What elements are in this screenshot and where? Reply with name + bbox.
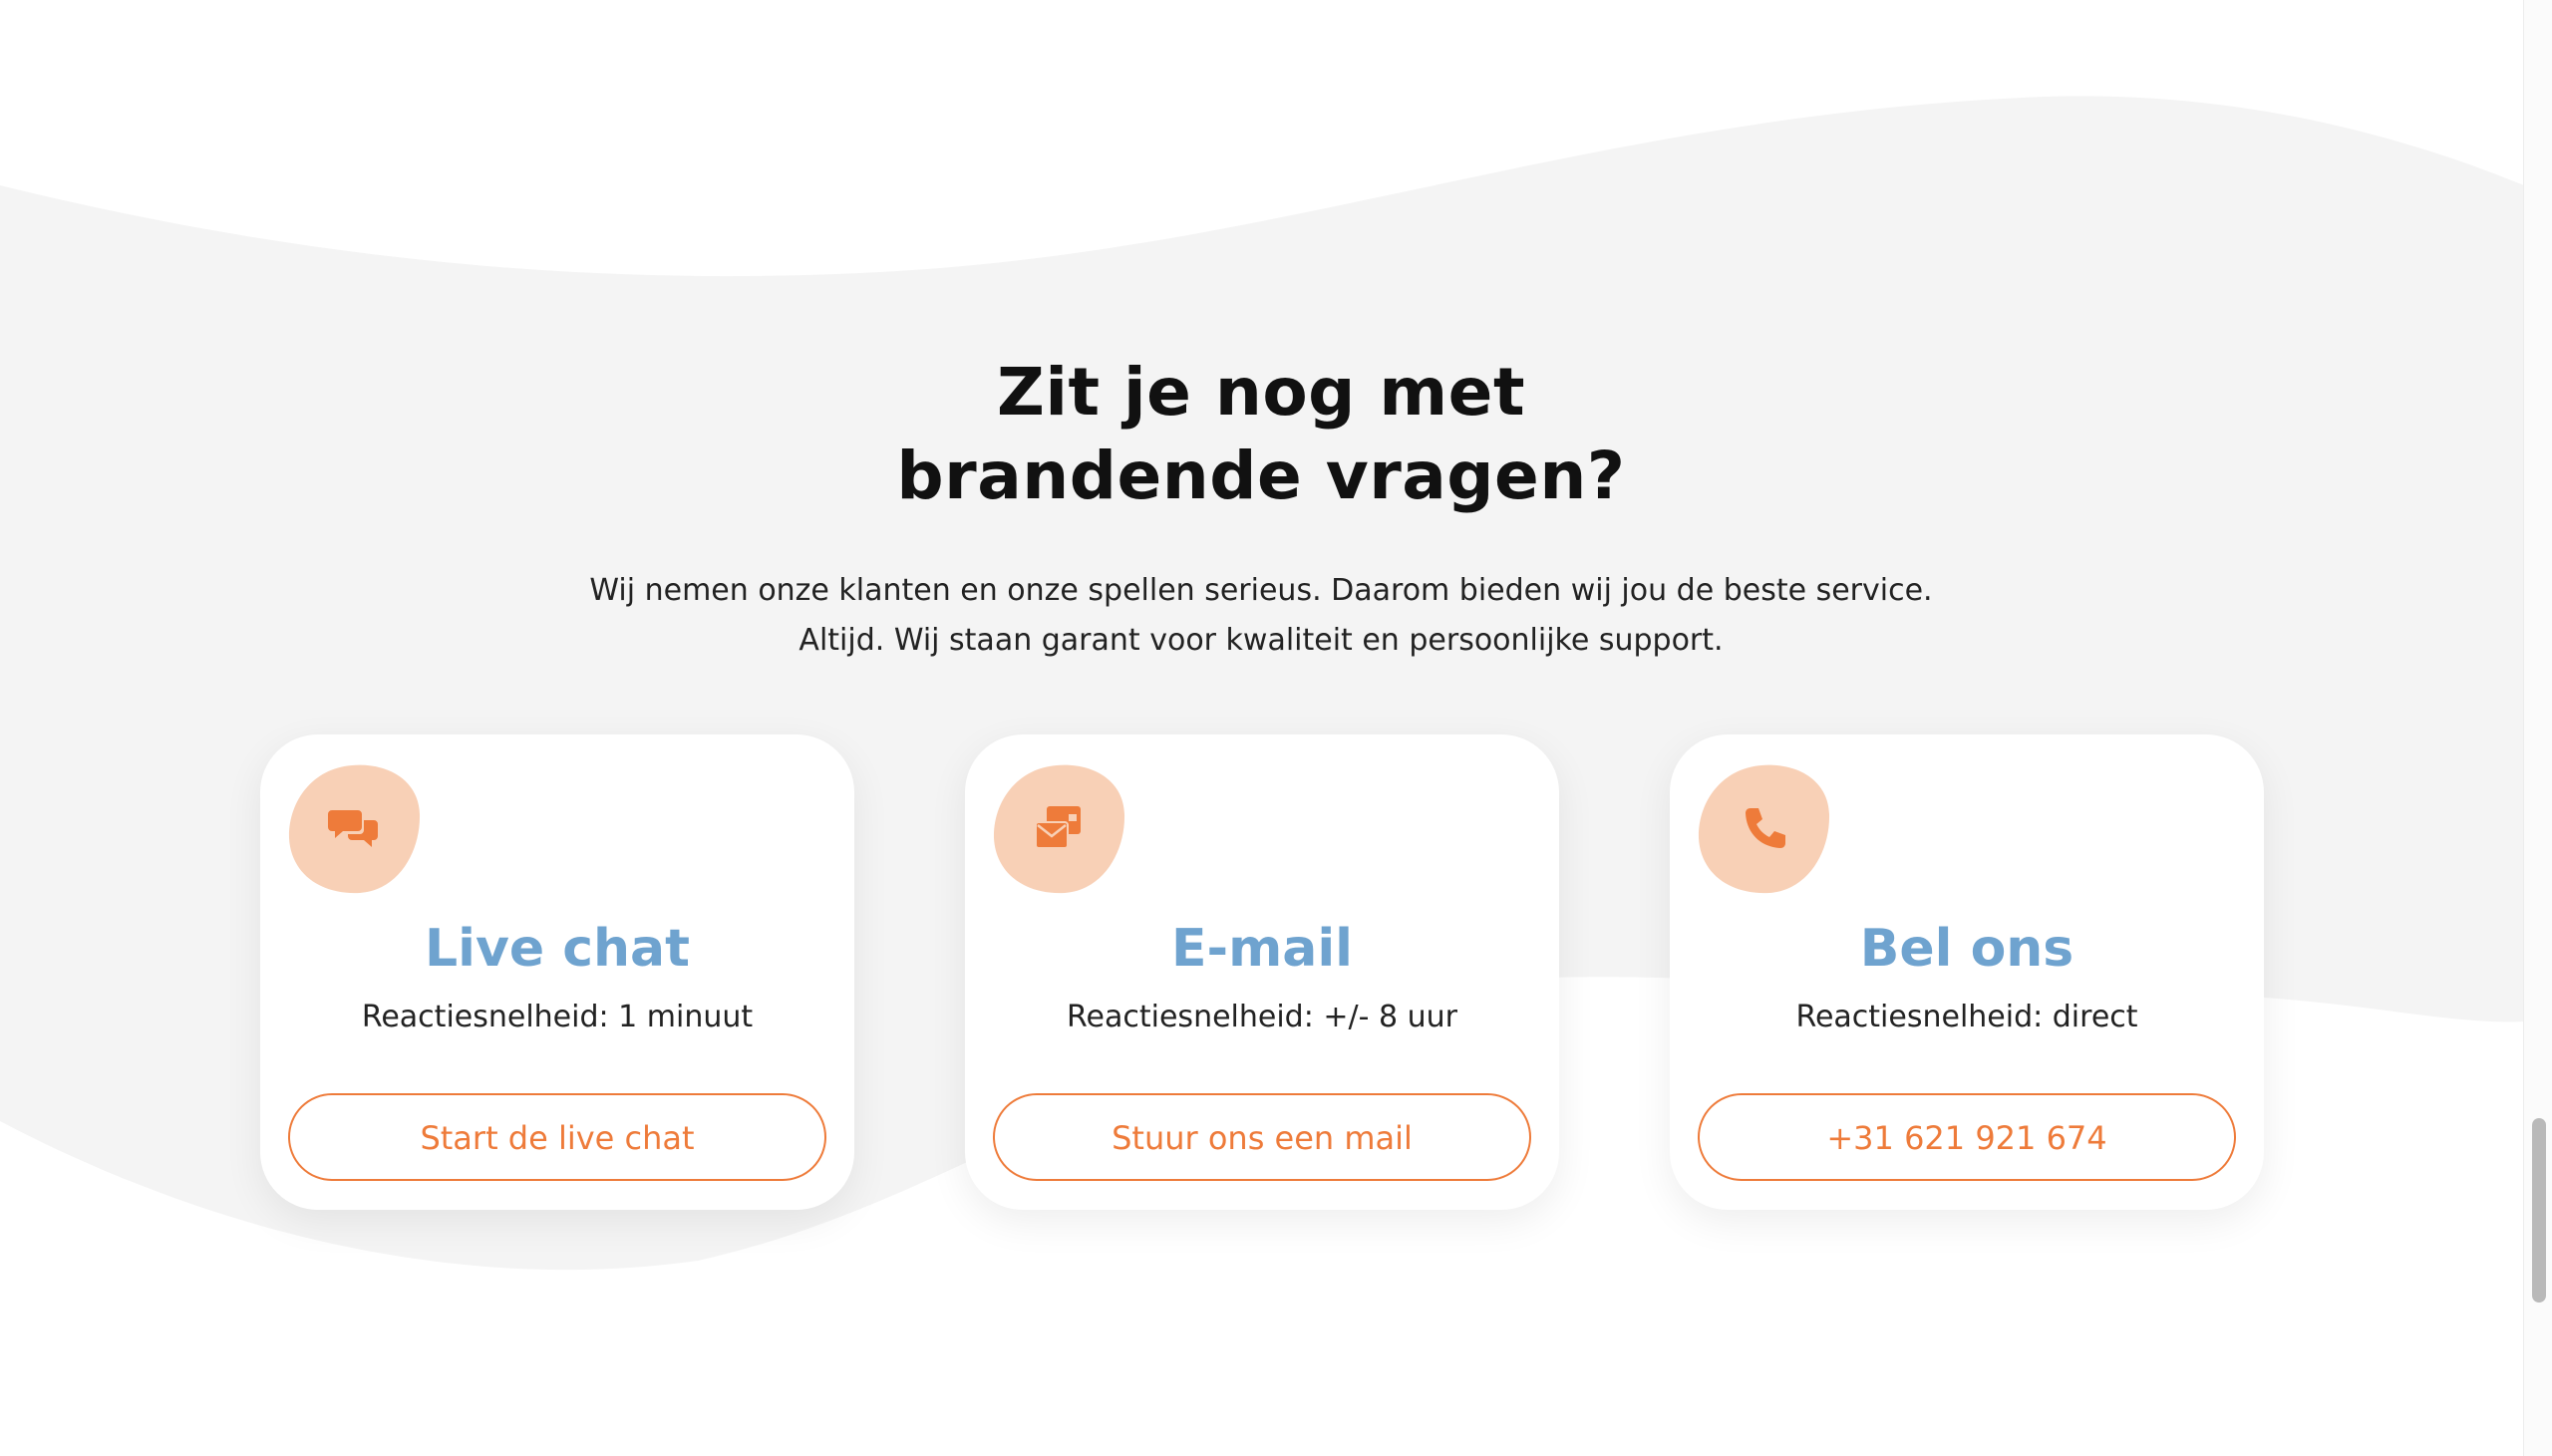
heading-line-2: brandende vragen? bbox=[896, 437, 1626, 514]
email-card: E-mail Reactiesnelheid: +/- 8 uur Stuur … bbox=[965, 734, 1559, 1210]
contact-section: Zit je nog met brandende vragen? Wij nem… bbox=[0, 0, 2552, 1456]
phone-icon bbox=[1698, 762, 1830, 895]
send-mail-button[interactable]: Stuur ons een mail bbox=[993, 1093, 1531, 1181]
card-title: Live chat bbox=[424, 919, 691, 979]
call-phone-button[interactable]: +31 621 921 674 bbox=[1698, 1093, 2236, 1181]
page-scrollbar[interactable] bbox=[2523, 0, 2552, 1456]
subtext-line-1: Wij nemen onze klanten en onze spellen s… bbox=[589, 573, 1933, 608]
start-live-chat-button[interactable]: Start de live chat bbox=[288, 1093, 826, 1181]
scrollbar-thumb[interactable] bbox=[2532, 1118, 2546, 1303]
chat-bubbles-icon bbox=[288, 762, 421, 895]
live-chat-card: Live chat Reactiesnelheid: 1 minuut Star… bbox=[260, 734, 854, 1210]
response-time: Reactiesnelheid: direct bbox=[1795, 1000, 2138, 1034]
response-time: Reactiesnelheid: +/- 8 uur bbox=[1067, 1000, 1457, 1034]
heading-line-1: Zit je nog met bbox=[996, 354, 1525, 431]
mail-icon bbox=[993, 762, 1125, 895]
card-title: E-mail bbox=[1170, 919, 1354, 979]
response-time: Reactiesnelheid: 1 minuut bbox=[361, 1000, 754, 1034]
subtext-line-2: Altijd. Wij staan garant voor kwaliteit … bbox=[798, 623, 1724, 658]
section-subtext: Wij nemen onze klanten en onze spellen s… bbox=[538, 566, 1984, 666]
call-card: Bel ons Reactiesnelheid: direct +31 621 … bbox=[1670, 734, 2264, 1210]
wave-background bbox=[0, 96, 2524, 1271]
card-title: Bel ons bbox=[1859, 919, 2074, 979]
section-heading: Zit je nog met brandende vragen? bbox=[598, 351, 1924, 518]
